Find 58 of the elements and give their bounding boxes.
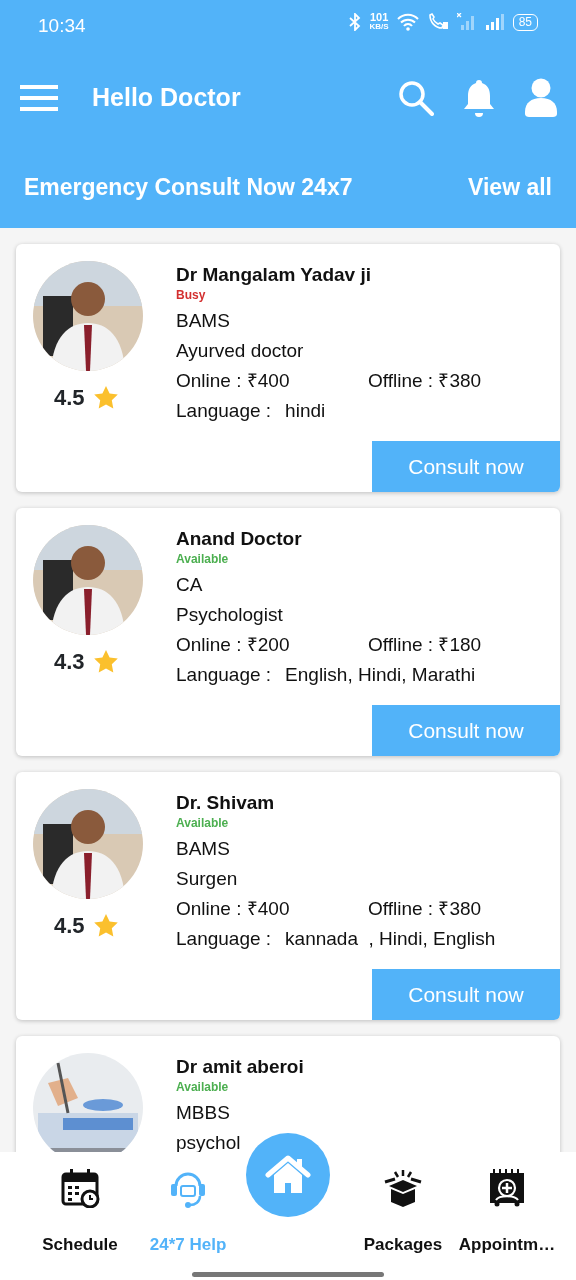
star-icon — [92, 913, 119, 938]
online-fee: Online : ₹200 — [176, 633, 291, 657]
rating-value: 4.3 — [54, 648, 85, 676]
medical-calendar-icon — [487, 1168, 527, 1208]
star-icon — [92, 649, 119, 674]
doctor-degree: BAMS — [176, 309, 231, 333]
offline-fee: Offline : ₹380 — [368, 897, 482, 921]
doctor-card[interactable]: 4.3 Anand Doctor Available CA Psychologist Online : ₹200 Offline : ₹180 Language : English, Hindi, Marathi Consult now — [16, 508, 560, 756]
language-label: Language : — [176, 663, 272, 687]
doctor-card[interactable]: 4.5 Dr. Shivam Available BAMS Surgen Online : ₹400 Offline : ₹380 Language : kannada , Hindi, English Consult now — [16, 772, 560, 1020]
availability-status: Available — [176, 1080, 230, 1094]
notification-bell-icon[interactable] — [462, 78, 496, 118]
open-box-icon — [383, 1168, 423, 1208]
rating-value: 4.5 — [54, 912, 85, 940]
speed-unit: KB/S — [369, 22, 389, 32]
search-icon[interactable] — [398, 80, 434, 116]
availability-status: Available — [176, 816, 230, 830]
clock-time: 10:34 — [38, 14, 86, 38]
online-fee: Online : ₹400 — [176, 897, 291, 921]
section-title: Emergency Consult Now 24x7 — [24, 172, 353, 202]
offline-fee: Offline : ₹380 — [368, 369, 482, 393]
availability-status: Busy — [176, 288, 207, 302]
signal-icon — [484, 13, 505, 31]
doctor-name: Dr. Shivam — [176, 791, 276, 815]
app-title: Hello Doctor — [92, 82, 241, 114]
offline-fee: Offline : ₹180 — [368, 633, 482, 657]
rating-value: 4.5 — [54, 384, 85, 412]
doctor-degree: CA — [176, 573, 204, 597]
doctor-degree: BAMS — [176, 837, 231, 861]
bluetooth-icon — [347, 13, 362, 31]
online-fee: Online : ₹400 — [176, 369, 291, 393]
menu-icon[interactable] — [20, 85, 58, 111]
battery-level: 85 — [512, 13, 538, 31]
language-label: Language : — [176, 399, 272, 423]
wifi-call-icon — [426, 13, 449, 31]
language-list: hindi — [285, 396, 326, 426]
nav-tab[interactable]: Schedule — [30, 1168, 130, 1258]
doctor-name: Dr Mangalam Yadav ji — [176, 263, 372, 287]
wifi-icon — [396, 13, 419, 31]
doctor-specialty: Psychologist — [176, 603, 284, 627]
calendar-clock-icon — [60, 1168, 100, 1208]
nav-tab[interactable]: Appointm… — [452, 1168, 562, 1258]
profile-icon[interactable] — [524, 78, 558, 118]
star-icon — [92, 385, 119, 410]
signal-icon — [456, 13, 477, 31]
doctor-specialty: Ayurved doctor — [176, 339, 305, 363]
availability-status: Available — [176, 552, 230, 566]
speed-value: 101 — [369, 12, 389, 22]
language-label: Language : — [176, 927, 272, 951]
home-icon — [265, 1155, 311, 1195]
doctor-name: Anand Doctor — [176, 527, 303, 551]
language-list: kannada , Hindi, English — [285, 924, 496, 954]
nav-tab[interactable]: Packages — [355, 1168, 451, 1258]
doctor-specialty: Surgen — [176, 867, 239, 891]
doctor-card[interactable]: 4.5 Dr Mangalam Yadav ji Busy BAMS Ayurved doctor Online : ₹400 Offline : ₹380 Language : hindi Consult now — [16, 244, 560, 492]
doctor-degree: MBBS — [176, 1101, 231, 1125]
language-list: English, Hindi, Marathi — [285, 660, 476, 690]
doctor-name: Dr amit aberoi — [176, 1055, 304, 1079]
